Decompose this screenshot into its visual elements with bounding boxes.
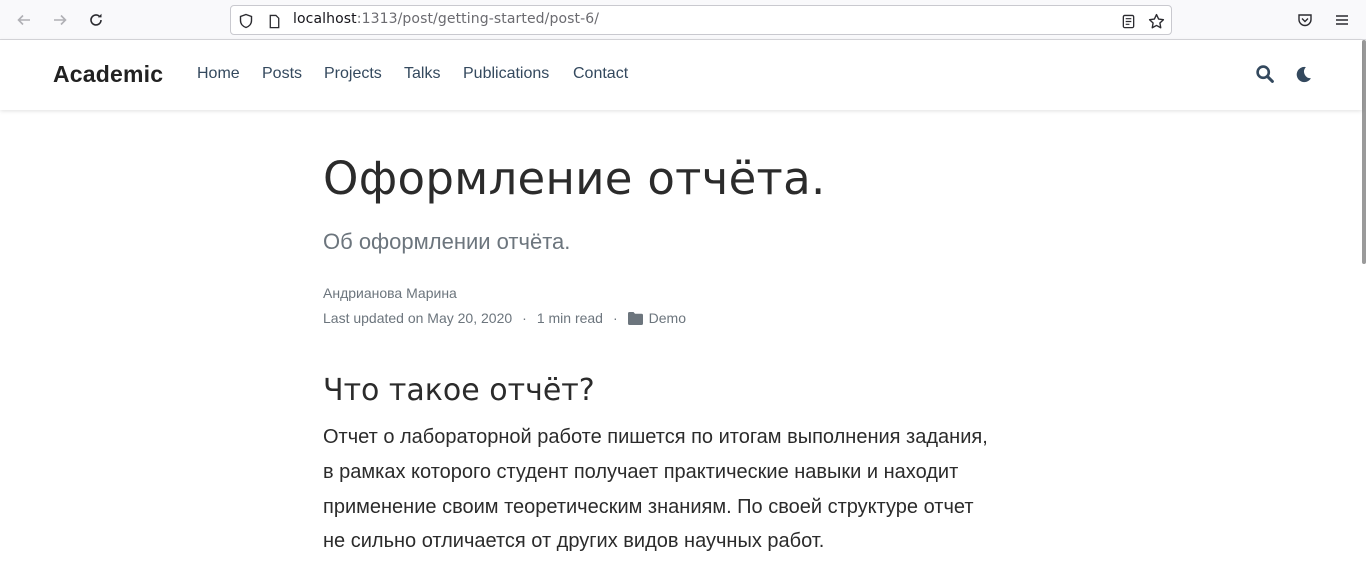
category-link[interactable]: Demo (649, 310, 686, 326)
page-subtitle: Об оформлении отчёта. (323, 229, 571, 254)
nav-posts[interactable]: Posts (262, 65, 302, 83)
site-brand[interactable]: Academic (53, 61, 163, 88)
meta-separator: · (522, 310, 527, 326)
paragraph-line: Отчет о лабораторной работе пишется по и… (323, 426, 988, 448)
folder-icon (627, 311, 643, 325)
section-heading: Что такое отчёт? (323, 373, 595, 408)
url-path: :1313/post/getting-started/post-6/ (356, 11, 600, 27)
author-name[interactable]: Андрианова Марина (323, 285, 457, 301)
bookmark-star-icon[interactable] (1147, 12, 1165, 30)
nav-publications[interactable]: Publications (463, 65, 549, 83)
page-icon[interactable] (265, 12, 283, 30)
menu-icon[interactable] (1331, 9, 1353, 31)
article-metadata: Last updated on May 20, 2020 · 1 min rea… (323, 310, 686, 326)
reload-icon[interactable] (84, 8, 108, 32)
nav-home[interactable]: Home (197, 65, 240, 83)
paragraph-line: в рамках которого студент получает практ… (323, 461, 959, 483)
search-icon[interactable] (1254, 63, 1276, 85)
last-updated: Last updated on May 20, 2020 (323, 310, 513, 326)
back-arrow-icon[interactable] (12, 8, 36, 32)
nav-contact[interactable]: Contact (573, 65, 628, 83)
site-navbar: Academic Home Posts Projects Talks Publi… (0, 40, 1362, 110)
page-scrollbar[interactable] (1362, 40, 1366, 264)
url-host: localhost (293, 11, 357, 27)
paragraph-line: применение своим теоретическим знаниям. … (323, 496, 974, 518)
paragraph-line: не сильно отличается от других видов нау… (323, 530, 825, 552)
reader-view-icon[interactable] (1119, 12, 1137, 30)
shield-icon[interactable] (237, 12, 255, 30)
dark-mode-moon-icon[interactable] (1292, 63, 1314, 85)
url-text[interactable]: localhost:1313/post/getting-started/post… (293, 11, 599, 27)
page-title: Оформление отчёта. (323, 152, 826, 205)
read-time: 1 min read (536, 310, 603, 326)
browser-toolbar: localhost:1313/post/getting-started/post… (0, 0, 1366, 40)
forward-arrow-icon[interactable] (48, 8, 72, 32)
url-bar[interactable]: localhost:1313/post/getting-started/post… (230, 5, 1172, 35)
nav-talks[interactable]: Talks (404, 65, 440, 83)
meta-separator: · (612, 310, 618, 326)
nav-projects[interactable]: Projects (324, 65, 382, 83)
pocket-icon[interactable] (1294, 9, 1316, 31)
